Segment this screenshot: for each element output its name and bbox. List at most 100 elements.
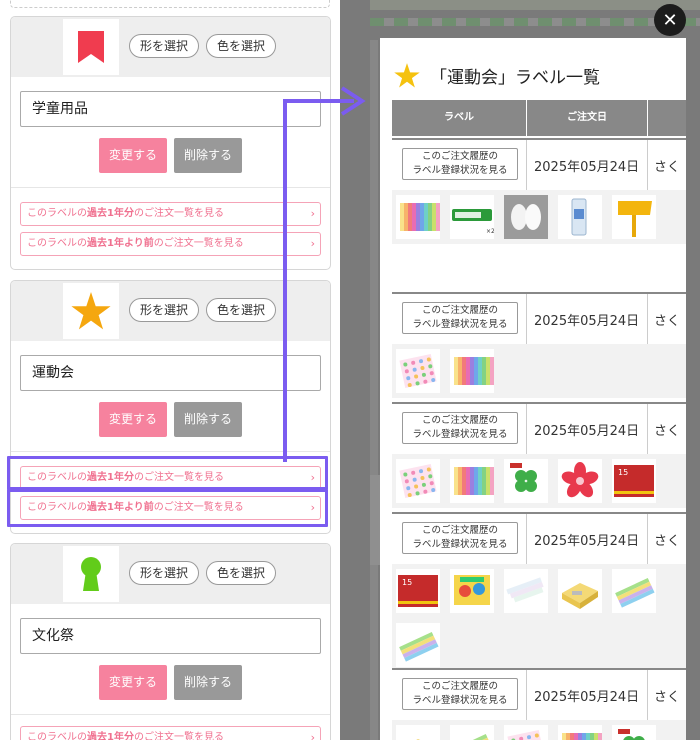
- change-button[interactable]: 変更する: [99, 138, 167, 173]
- status-button-line2: ラベル登録状況を見る: [412, 165, 508, 176]
- previous-card-edge: [10, 0, 330, 8]
- truncated-cell: さく: [654, 160, 681, 175]
- label-orders-modal: 「運動会」ラベル一覧 ラベル ご注文日 このご注文履歴の ラベル登録状況を見る …: [380, 38, 686, 740]
- product-thumbnail[interactable]: [504, 195, 548, 239]
- cell-divider: [526, 404, 527, 456]
- past-year-orders-link[interactable]: このラベルの過去1年分のご注文一覧を見る ›: [20, 202, 321, 226]
- card-header: 形を選択 色を選択: [11, 17, 330, 77]
- cell-divider: [526, 140, 527, 192]
- bookmark-icon: [78, 31, 104, 63]
- product-thumbnail[interactable]: ×20: [450, 195, 499, 239]
- delete-button[interactable]: 削除する: [174, 138, 242, 173]
- truncated-cell: さく: [654, 690, 681, 705]
- link-text-pre: このラベルの: [27, 208, 87, 219]
- view-label-status-button[interactable]: このご注文履歴の ラベル登録状況を見る: [402, 522, 518, 554]
- product-thumbnail[interactable]: [504, 569, 548, 613]
- product-thumbnails: ×20: [392, 190, 686, 244]
- product-thumbnails: [392, 720, 686, 740]
- product-thumbnail[interactable]: [396, 349, 440, 393]
- label-name-input[interactable]: 文化祭: [20, 618, 321, 654]
- product-thumbnail[interactable]: [612, 725, 656, 740]
- column-header-label: ラベル: [392, 100, 526, 136]
- product-thumbnail[interactable]: [558, 569, 602, 613]
- order-row-header: このご注文履歴の ラベル登録状況を見る 2025年05月24日 さく: [392, 402, 686, 456]
- select-shape-button[interactable]: 形を選択: [129, 561, 200, 585]
- svg-text:15: 15: [402, 578, 412, 587]
- change-button[interactable]: 変更する: [99, 665, 167, 700]
- product-thumbnail[interactable]: [504, 459, 548, 503]
- product-thumbnail[interactable]: [558, 459, 602, 503]
- view-label-status-button[interactable]: このご注文履歴の ラベル登録状況を見る: [402, 302, 518, 334]
- label-name-input[interactable]: 学童用品: [20, 91, 321, 127]
- card-header: 形を選択 色を選択: [11, 544, 330, 604]
- label-settings-panel: 形を選択 色を選択 学童用品 変更する 削除する このラベルの過去1年分のご注文…: [0, 0, 340, 740]
- select-color-button[interactable]: 色を選択: [206, 298, 277, 322]
- cell-divider: [647, 294, 648, 346]
- status-button-line2: ラベル登録状況を見る: [412, 695, 508, 706]
- order-date: 2025年05月24日: [534, 314, 640, 329]
- delete-button[interactable]: 削除する: [174, 665, 242, 700]
- select-shape-button[interactable]: 形を選択: [129, 34, 200, 58]
- star-icon: [394, 62, 420, 87]
- past-year-orders-link[interactable]: このラベルの過去1年分のご注文一覧を見る ›: [20, 726, 321, 740]
- product-thumbnail[interactable]: [396, 195, 440, 239]
- change-button[interactable]: 変更する: [99, 402, 167, 437]
- product-thumbnails: 15: [392, 564, 686, 672]
- status-button-line2: ラベル登録状況を見る: [412, 319, 508, 330]
- keyhole-icon: [81, 557, 101, 591]
- chevron-right-icon: ›: [310, 731, 315, 740]
- order-date: 2025年05月24日: [534, 534, 640, 549]
- truncated-cell: さく: [654, 424, 681, 439]
- status-button-line2: ラベル登録状況を見る: [412, 539, 508, 550]
- cell-divider: [526, 670, 527, 722]
- product-thumbnail[interactable]: [612, 195, 656, 239]
- view-label-status-button[interactable]: このご注文履歴の ラベル登録状況を見る: [402, 148, 518, 180]
- chevron-right-icon: ›: [310, 237, 315, 250]
- label-name-input[interactable]: 運動会: [20, 355, 321, 391]
- select-color-button[interactable]: 色を選択: [206, 34, 277, 58]
- delete-button[interactable]: 削除する: [174, 402, 242, 437]
- cell-divider: [526, 294, 527, 346]
- view-label-status-button[interactable]: このご注文履歴の ラベル登録状況を見る: [402, 678, 518, 710]
- product-thumbnail[interactable]: [558, 195, 602, 239]
- status-button-line2: ラベル登録状況を見る: [412, 429, 508, 440]
- view-label-status-button[interactable]: このご注文履歴の ラベル登録状況を見る: [402, 412, 518, 444]
- column-header-order-date: ご注文日: [527, 100, 647, 136]
- product-thumbnail[interactable]: [396, 725, 440, 740]
- product-thumbnail[interactable]: [450, 459, 494, 503]
- svg-text:×20: ×20: [486, 228, 494, 235]
- close-icon[interactable]: ✕: [654, 4, 686, 36]
- status-button-line1: このご注文履歴の: [421, 681, 498, 692]
- select-shape-button[interactable]: 形を選択: [129, 298, 200, 322]
- label-shape-preview: [63, 19, 119, 75]
- label-shape-preview: [63, 546, 119, 602]
- cell-divider: [647, 670, 648, 722]
- product-thumbnail[interactable]: [450, 725, 494, 740]
- product-thumbnail[interactable]: [558, 725, 602, 740]
- status-button-line1: このご注文履歴の: [421, 305, 498, 316]
- star-icon: [71, 292, 111, 330]
- product-thumbnail[interactable]: [450, 569, 494, 613]
- select-color-button[interactable]: 色を選択: [206, 561, 277, 585]
- highlight-older-link: [7, 489, 328, 527]
- product-thumbnail[interactable]: [450, 349, 494, 393]
- product-thumbnail[interactable]: 15: [396, 569, 440, 613]
- product-thumbnail[interactable]: [504, 725, 548, 740]
- status-button-line1: このご注文履歴の: [421, 415, 498, 426]
- cell-divider: [647, 514, 648, 566]
- product-thumbnail[interactable]: [396, 459, 440, 503]
- product-thumbnails: 15: [392, 454, 686, 508]
- status-button-line1: このご注文履歴の: [421, 525, 498, 536]
- product-thumbnail[interactable]: [612, 569, 656, 613]
- link-text-pre: このラベルの: [27, 238, 87, 249]
- older-orders-link[interactable]: このラベルの過去1年より前のご注文一覧を見る ›: [20, 232, 321, 256]
- cell-divider: [647, 140, 648, 192]
- link-text-post: のご注文一覧を見る: [133, 208, 224, 219]
- product-thumbnail[interactable]: [396, 623, 440, 667]
- modal-title: 「運動会」ラベル一覧: [394, 60, 600, 90]
- status-button-line1: このご注文履歴の: [421, 151, 498, 162]
- product-thumbnail[interactable]: 15: [612, 459, 656, 503]
- link-text-bold: 過去1年分: [87, 208, 134, 219]
- card-header: 形を選択 色を選択: [11, 281, 330, 341]
- order-row-header: このご注文履歴の ラベル登録状況を見る 2025年05月24日 さく: [392, 292, 686, 346]
